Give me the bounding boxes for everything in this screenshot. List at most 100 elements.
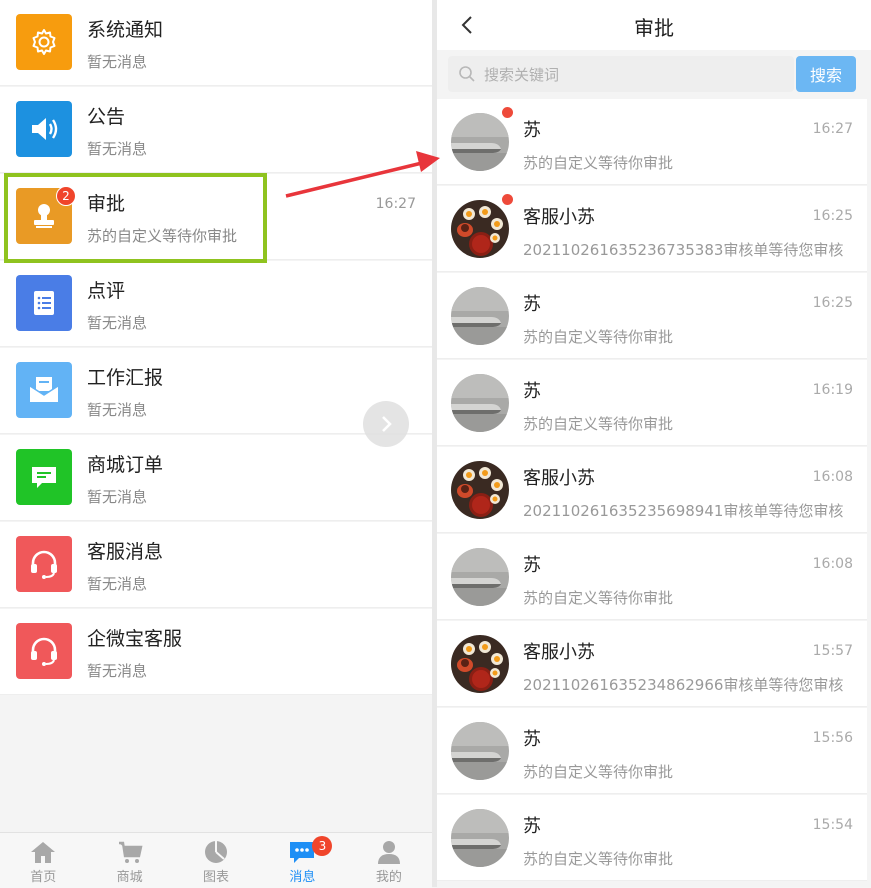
approval-time: 16:25 bbox=[812, 208, 853, 224]
category-icon-tile: 2 bbox=[16, 186, 76, 244]
category-title: 客服消息 bbox=[87, 541, 164, 563]
category-preview: 暂无消息 bbox=[87, 575, 148, 593]
sender-name: 苏 bbox=[523, 381, 541, 402]
floating-next-button[interactable] bbox=[363, 401, 409, 447]
message-category-row[interactable]: 点评 暂无消息 bbox=[0, 261, 432, 347]
unread-dot bbox=[502, 194, 513, 205]
approval-panel: 审批 搜索 苏苏的自定义等待你审批16:27客服小苏20211026163523… bbox=[437, 0, 871, 887]
approval-row[interactable]: 客服小苏 20211026163523673538​3审核单等待您审核 16:25 bbox=[437, 186, 867, 272]
search-bar bbox=[448, 56, 794, 94]
avatar bbox=[451, 200, 509, 258]
message-category-row[interactable]: 企微宝客服 暂无消息 bbox=[0, 609, 432, 695]
category-time: 16:27 bbox=[375, 196, 416, 212]
sender-name: 苏 bbox=[523, 120, 541, 141]
tab-label: 首页 bbox=[30, 870, 57, 885]
message-category-row[interactable]: 公告 暂无消息 bbox=[0, 87, 432, 173]
sender-name: 客服小苏 bbox=[523, 207, 595, 228]
approval-row[interactable]: 苏苏的自定义等待你审批 16:25 bbox=[437, 273, 867, 359]
approval-time: 16:08 bbox=[812, 556, 853, 572]
category-preview: 暂无消息 bbox=[87, 662, 148, 680]
category-title: 商城订单 bbox=[87, 454, 164, 476]
category-preview: 暂无消息 bbox=[87, 140, 148, 158]
cart-icon bbox=[117, 840, 143, 864]
tab-badge: 3 bbox=[312, 836, 333, 856]
tab-label: 商城 bbox=[116, 870, 143, 885]
tab-message[interactable]: 消息 3 bbox=[259, 833, 345, 888]
approval-preview: 苏的自定义等待你审批 bbox=[523, 850, 674, 868]
sender-name: 客服小苏 bbox=[523, 468, 595, 489]
category-title: 工作汇报 bbox=[87, 367, 164, 389]
approval-row[interactable]: 苏苏的自定义等待你审批 16:27 bbox=[437, 99, 867, 185]
approval-time: 15:54 bbox=[812, 817, 853, 833]
approval-row[interactable]: 客服小苏 20211026163523569894​1审核单等待您审核 16:08 bbox=[437, 447, 867, 533]
approval-row[interactable]: 苏苏的自定义等待你审批 15:54 bbox=[437, 795, 867, 881]
category-icon-tile bbox=[16, 14, 72, 70]
sender-name: 苏 bbox=[523, 816, 541, 837]
headset-icon bbox=[27, 547, 61, 581]
approval-time: 16:19 bbox=[812, 382, 853, 398]
approval-preview: 20211026163523486296​6审核单等待您审核 bbox=[523, 676, 844, 694]
approval-row[interactable]: 客服小苏 20211026163523486296​6审核单等待您审核 15:57 bbox=[437, 621, 867, 707]
tab-cart[interactable]: 商城 bbox=[86, 833, 172, 888]
approval-row[interactable]: 苏苏的自定义等待你审批 16:19 bbox=[437, 360, 867, 446]
approval-preview: 苏的自定义等待你审批 bbox=[523, 415, 674, 433]
category-title: 系统通知 bbox=[87, 19, 164, 41]
speaker-icon bbox=[27, 112, 61, 146]
category-icon-tile bbox=[16, 449, 72, 505]
search-icon bbox=[459, 66, 475, 82]
category-icon-tile bbox=[16, 101, 72, 157]
message-category-row[interactable]: 系统通知 暂无消息 bbox=[0, 0, 432, 86]
category-preview: 暂无消息 bbox=[87, 53, 148, 71]
person-icon bbox=[376, 840, 402, 864]
category-icon-tile bbox=[16, 536, 72, 592]
approval-time: 16:08 bbox=[812, 469, 853, 485]
list-icon bbox=[29, 288, 59, 318]
home-icon bbox=[30, 840, 56, 864]
stamp-icon bbox=[28, 200, 60, 232]
avatar bbox=[451, 635, 509, 693]
envelope-icon bbox=[27, 373, 61, 407]
approval-time: 15:56 bbox=[812, 730, 853, 746]
approval-header: 审批 bbox=[437, 0, 871, 50]
approval-preview: 苏的自定义等待你审批 bbox=[523, 589, 674, 607]
category-title: 点评 bbox=[87, 280, 126, 302]
search-input[interactable] bbox=[482, 56, 786, 94]
category-preview: 暂无消息 bbox=[87, 314, 148, 332]
avatar bbox=[451, 374, 509, 432]
chat-icon bbox=[28, 461, 60, 493]
chevron-right-icon bbox=[382, 416, 392, 432]
approval-row[interactable]: 苏苏的自定义等待你审批 15:56 bbox=[437, 708, 867, 794]
message-category-row[interactable]: 2 审批 苏的自定义等待你审批 16:27 bbox=[0, 174, 432, 260]
category-preview: 暂无消息 bbox=[87, 401, 148, 419]
avatar bbox=[451, 722, 509, 780]
approval-row[interactable]: 苏苏的自定义等待你审批 16:08 bbox=[437, 534, 867, 620]
avatar bbox=[451, 287, 509, 345]
avatar bbox=[451, 113, 509, 171]
category-title: 企微宝客服 bbox=[87, 628, 183, 650]
avatar bbox=[451, 809, 509, 867]
search-button[interactable]: 搜索 bbox=[796, 56, 856, 92]
avatar bbox=[451, 461, 509, 519]
category-icon-tile bbox=[16, 623, 72, 679]
category-title: 审批 bbox=[87, 193, 126, 215]
sender-name: 客服小苏 bbox=[523, 642, 595, 663]
message-category-row[interactable]: 商城订单 暂无消息 bbox=[0, 435, 432, 521]
tab-label: 我的 bbox=[375, 870, 402, 885]
tab-person[interactable]: 我的 bbox=[346, 833, 432, 888]
tab-pie-chart[interactable]: 图表 bbox=[173, 833, 259, 888]
approval-preview: 苏的自定义等待你审批 bbox=[523, 154, 674, 172]
approval-preview: 20211026163523569894​1审核单等待您审核 bbox=[523, 502, 844, 520]
approval-preview: 20211026163523673538​3审核单等待您审核 bbox=[523, 241, 844, 259]
approval-time: 16:27 bbox=[812, 121, 853, 137]
message-category-row[interactable]: 客服消息 暂无消息 bbox=[0, 522, 432, 608]
category-icon-tile bbox=[16, 275, 72, 331]
tab-home[interactable]: 首页 bbox=[0, 833, 86, 888]
unread-badge: 2 bbox=[56, 186, 76, 206]
approval-time: 15:57 bbox=[812, 643, 853, 659]
category-title: 公告 bbox=[87, 106, 126, 128]
pie-chart-icon bbox=[203, 840, 229, 864]
sender-name: 苏 bbox=[523, 294, 541, 315]
avatar bbox=[451, 548, 509, 606]
approval-time: 16:25 bbox=[812, 295, 853, 311]
bottom-tab-bar: 首页 商城 图表 消息 3 我的 bbox=[0, 832, 432, 888]
